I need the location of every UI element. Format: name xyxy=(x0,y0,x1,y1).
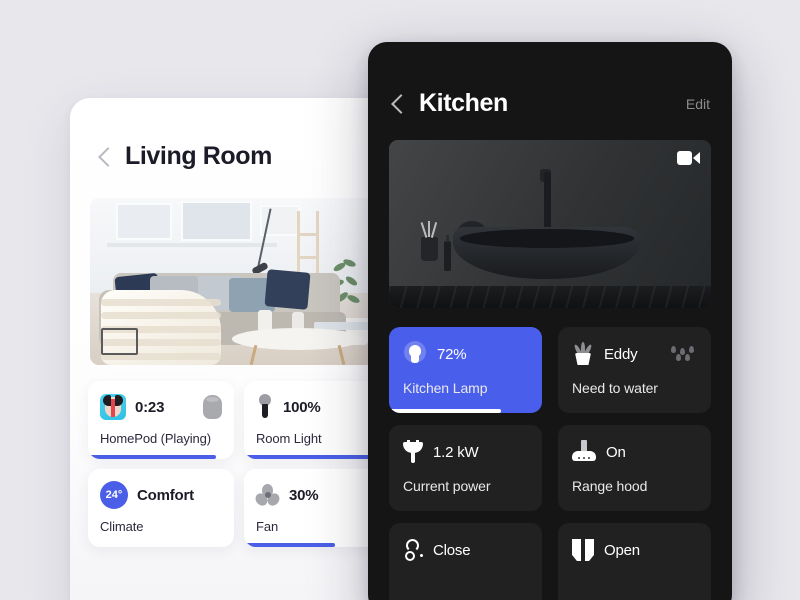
tile-climate[interactable]: 24° Comfort Climate xyxy=(88,469,234,547)
tile-value: 30% xyxy=(289,486,319,504)
photo-frame xyxy=(115,203,173,240)
chevron-left-icon[interactable] xyxy=(98,146,111,168)
tile-label: Kitchen Lamp xyxy=(403,380,488,396)
tile-label: Need to water xyxy=(572,380,658,396)
tile-header: 1.2 kW xyxy=(403,439,528,465)
tile-label: Fan xyxy=(256,519,279,534)
kitchen-header: Kitchen Edit xyxy=(368,42,732,118)
tile-progress-bar[interactable] xyxy=(244,543,335,547)
chevron-left-icon[interactable] xyxy=(391,93,404,115)
tile-label: Climate xyxy=(100,519,144,534)
tile-value: Eddy xyxy=(604,345,638,363)
tile-progress-bar[interactable] xyxy=(88,455,217,459)
photo-shelf xyxy=(107,243,278,248)
tile-label: Current power xyxy=(403,478,491,494)
kitchen-title: Kitchen xyxy=(419,89,508,117)
temperature-badge: 24° xyxy=(100,481,128,509)
lock-icon xyxy=(403,538,423,562)
tile-label: Room Light xyxy=(256,431,322,446)
light-bulb-icon xyxy=(256,394,274,420)
living-room-tile-grid: 0:23 HomePod (Playing) 100% Room Light 2… xyxy=(88,381,390,547)
video-camera-icon[interactable] xyxy=(677,151,700,165)
kitchen-panel: Kitchen Edit 72% Kitchen Lamp Eddy Need … xyxy=(368,42,732,600)
tile-eddy-plant[interactable]: Eddy Need to water xyxy=(558,327,711,413)
tile-value: 0:23 xyxy=(135,398,165,416)
tile-label: HomePod (Playing) xyxy=(100,431,212,446)
living-room-title: Living Room xyxy=(125,142,272,170)
photo-pillow xyxy=(264,269,311,310)
kitchen-camera-feed[interactable] xyxy=(389,140,711,308)
light-bulb-icon xyxy=(403,341,427,367)
tile-header: 0:23 xyxy=(100,393,222,421)
tile-header: 30% xyxy=(253,481,378,509)
photo-basket xyxy=(101,328,139,355)
tile-progress-bar[interactable] xyxy=(389,409,501,413)
homepod-speaker-icon xyxy=(203,395,222,419)
tile-header: Open xyxy=(572,537,697,563)
tile-header: 100% xyxy=(256,393,378,421)
tile-door-lock[interactable]: Close xyxy=(389,523,542,600)
camera-basin-inner xyxy=(459,229,634,248)
tile-header: On xyxy=(572,439,697,465)
curtain-icon xyxy=(572,539,594,561)
tile-value: 72% xyxy=(437,345,467,363)
camera-utensil-cup xyxy=(420,221,439,262)
tile-value: Close xyxy=(433,541,471,559)
power-plug-icon xyxy=(403,440,423,464)
tile-value: 100% xyxy=(283,398,321,416)
tile-kitchen-lamp[interactable]: 72% Kitchen Lamp xyxy=(389,327,542,413)
potted-plant-icon xyxy=(572,342,594,366)
living-room-photo[interactable] xyxy=(90,198,374,365)
living-room-header: Living Room xyxy=(70,98,390,171)
tile-label: Range hood xyxy=(572,478,648,494)
water-drops-icon xyxy=(671,346,697,362)
tile-range-hood[interactable]: On Range hood xyxy=(558,425,711,511)
range-hood-icon xyxy=(572,440,596,464)
photo-coffee-table xyxy=(232,328,363,350)
tile-header: Eddy xyxy=(572,341,697,367)
tile-header: 24° Comfort xyxy=(100,481,222,509)
tile-homepod[interactable]: 0:23 HomePod (Playing) xyxy=(88,381,234,459)
tile-value: On xyxy=(606,443,626,461)
tile-value: Open xyxy=(604,541,640,559)
tile-value: Comfort xyxy=(137,486,194,504)
tile-header: Close xyxy=(403,537,528,563)
album-art-icon xyxy=(100,394,126,420)
edit-button[interactable]: Edit xyxy=(686,96,710,112)
tile-current-power[interactable]: 1.2 kW Current power xyxy=(389,425,542,511)
tile-value: 1.2 kW xyxy=(433,443,479,461)
tile-header: 72% xyxy=(403,341,528,367)
camera-marble-texture xyxy=(389,286,711,308)
tile-curtain[interactable]: Open xyxy=(558,523,711,600)
fan-icon xyxy=(253,484,282,509)
living-room-panel: Living Room 0:23 HomePod (Playing) 100% … xyxy=(70,98,390,600)
kitchen-tile-grid: 72% Kitchen Lamp Eddy Need to water 1.2 … xyxy=(389,327,732,600)
camera-bottle xyxy=(443,234,451,271)
photo-frame xyxy=(180,201,252,242)
